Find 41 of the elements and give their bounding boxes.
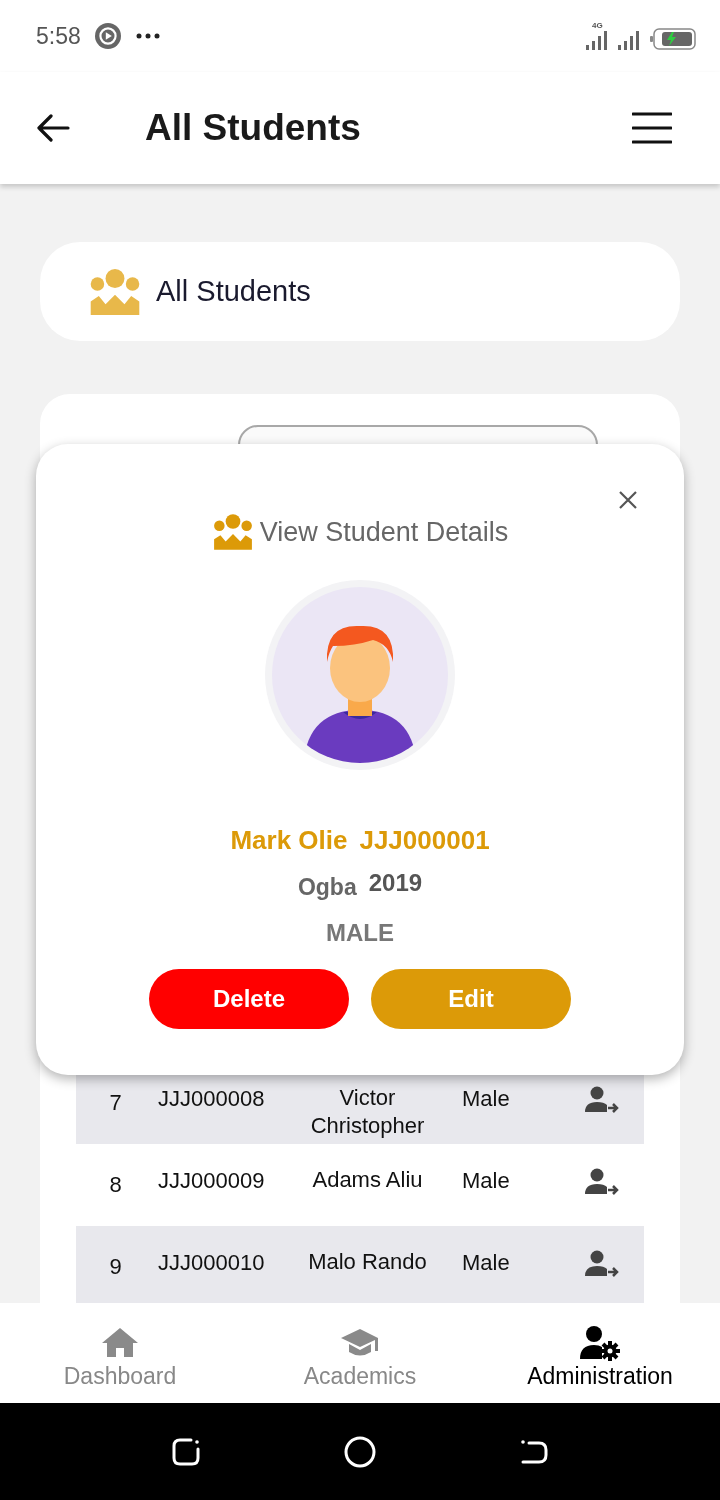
student-id-cell-text: JJJ000008 bbox=[157, 1086, 266, 1112]
row-number: 8 bbox=[108, 1171, 123, 1198]
gender-cell-text: Male bbox=[461, 1250, 511, 1276]
signal-icon bbox=[586, 30, 610, 50]
row-number: 7 bbox=[108, 1089, 123, 1116]
student-gender: MALE bbox=[326, 919, 394, 947]
menu-icon[interactable] bbox=[632, 112, 672, 144]
gender-cell-text: Male bbox=[461, 1168, 511, 1194]
dialog-title: View Student Details bbox=[259, 516, 509, 548]
nav-tab[interactable]: Academics bbox=[240, 1303, 480, 1403]
group-icon bbox=[88, 268, 142, 315]
recent-apps-icon[interactable] bbox=[171, 1436, 202, 1467]
branch-name: Ogba bbox=[297, 874, 357, 901]
nav-tab[interactable]: Administration bbox=[480, 1303, 720, 1403]
student-name: Mark Olie bbox=[230, 825, 348, 856]
student-id-cell-text: JJJ000009 bbox=[157, 1168, 266, 1194]
avatar-icon bbox=[265, 580, 455, 770]
row-number: 9 bbox=[108, 1253, 123, 1280]
close-icon[interactable] bbox=[618, 490, 638, 510]
back-arrow-icon[interactable] bbox=[36, 114, 70, 142]
edit-button[interactable]: Edit bbox=[371, 969, 571, 1029]
admission-year: 2019 bbox=[368, 869, 423, 897]
home-circle-icon[interactable] bbox=[344, 1435, 376, 1468]
network-type: 4G bbox=[592, 22, 603, 30]
more-dots-icon bbox=[134, 33, 161, 39]
delete-button[interactable]: Delete bbox=[149, 969, 349, 1029]
student-name-cell-text: Malo Rando bbox=[307, 1248, 428, 1276]
play-circle-icon bbox=[94, 23, 121, 49]
student-name-cell-text: Adams Aliu bbox=[311, 1166, 424, 1194]
page-title: All Students bbox=[145, 107, 362, 149]
section-title: All Students bbox=[156, 275, 311, 308]
battery-charging-icon bbox=[650, 28, 696, 50]
student-id-cell-text: JJJ000010 bbox=[157, 1250, 266, 1276]
user-gear-icon bbox=[580, 1325, 620, 1361]
clock-time: 5:58 bbox=[36, 22, 81, 50]
student-id: JJJ000001 bbox=[359, 825, 490, 856]
gender-cell-text: Male bbox=[461, 1086, 511, 1112]
student-name-cell-text: Victor Christopher bbox=[309, 1084, 426, 1140]
signal-icon bbox=[618, 30, 642, 50]
nav-tab[interactable]: Dashboard bbox=[0, 1303, 240, 1403]
group-icon bbox=[211, 514, 254, 550]
